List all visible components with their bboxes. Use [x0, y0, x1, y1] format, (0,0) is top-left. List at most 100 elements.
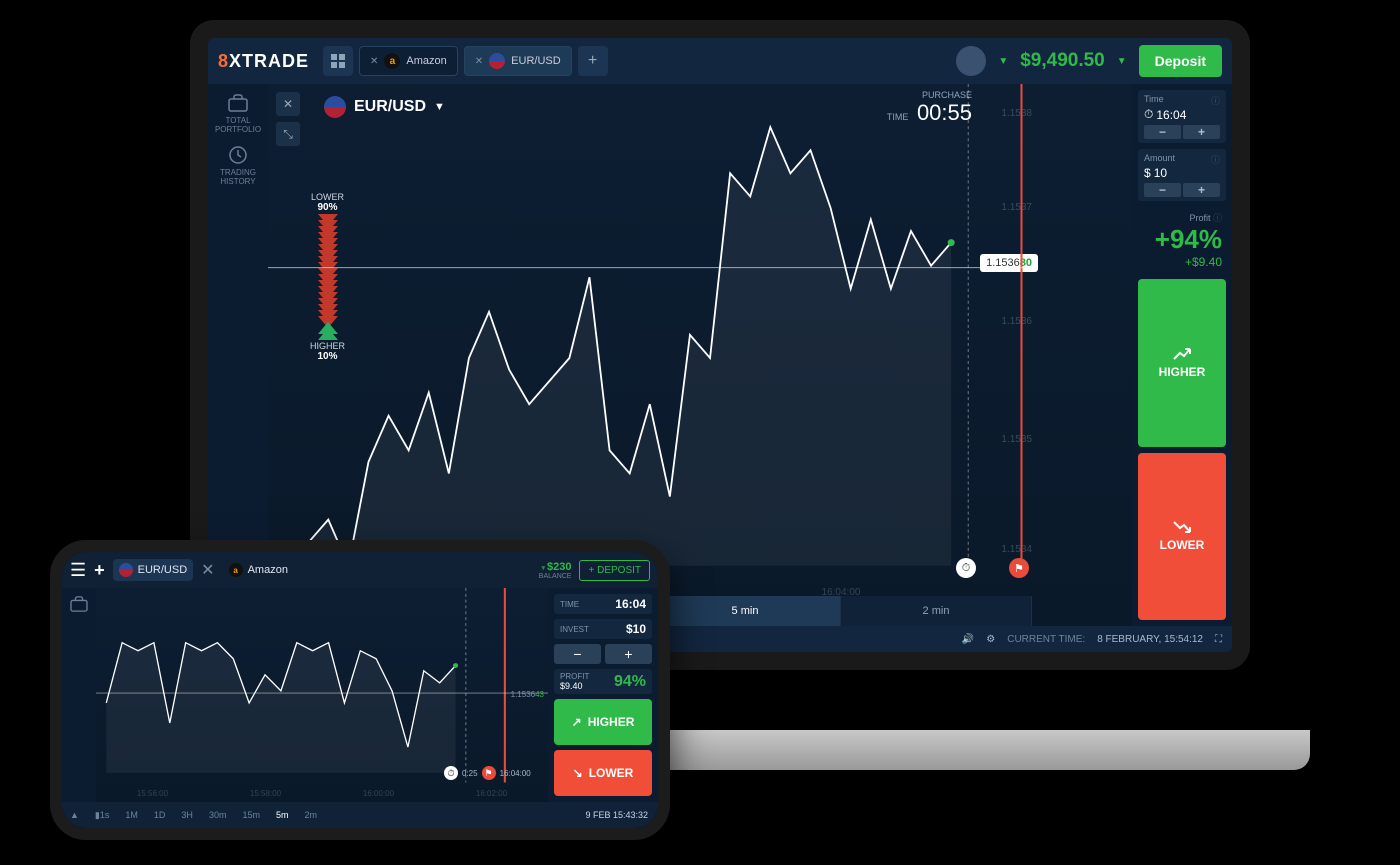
balance-label: BALANCE — [539, 573, 572, 580]
x-tick: 16:00:00 — [363, 789, 394, 798]
time-value[interactable]: 16:04 — [1156, 108, 1186, 122]
rail-total-portfolio[interactable]: TOTAL PORTFOLIO — [215, 92, 261, 134]
phone-price-marker: 1.153643 — [511, 690, 544, 699]
briefcase-icon[interactable] — [70, 596, 88, 802]
trend-down-icon — [1172, 520, 1192, 534]
higher-label: HIGHER — [1159, 365, 1206, 379]
add-tab-button[interactable]: + — [578, 46, 608, 76]
tf-1m[interactable]: 1M — [117, 810, 146, 820]
price-base: 1.1536 — [511, 690, 535, 699]
profit-label: Profit — [1189, 213, 1210, 223]
desktop-topbar: 8XTRADE ✕ a Amazon ✕ EUR/USD + ▼ $9,490.… — [208, 38, 1232, 84]
invest-plus[interactable]: + — [605, 644, 652, 664]
lower-button[interactable]: LOWER — [1138, 453, 1226, 621]
info-icon[interactable]: ⓘ — [1211, 153, 1220, 166]
profit-amount: +$9.40 — [1142, 255, 1222, 269]
chart-type-icon[interactable]: ▲ — [62, 810, 87, 820]
profit-amount: $9.40 — [560, 681, 589, 691]
chevron-down-icon[interactable]: ▼ — [1117, 56, 1127, 67]
phone-x-axis: 15:56:00 15:58:00 16:00:00 16:02:00 — [96, 789, 548, 798]
expiry-flag-icon: ⚑ — [482, 766, 496, 780]
briefcase-icon — [227, 92, 249, 114]
brand-8: 8 — [218, 51, 229, 71]
tf-30m[interactable]: 30m — [201, 810, 235, 820]
close-icon[interactable]: ✕ — [475, 56, 483, 67]
info-icon[interactable]: ⓘ — [1211, 94, 1220, 107]
lower-label: LOWER — [1160, 538, 1205, 552]
profit-percent: +94% — [1142, 224, 1222, 255]
info-icon[interactable]: ⓘ — [1213, 213, 1222, 223]
expiry-time: 16:04:00 — [500, 769, 531, 778]
time-plus[interactable]: + — [1183, 125, 1220, 139]
user-avatar[interactable] — [956, 46, 986, 76]
chevron-down-icon[interactable]: ▼ — [998, 56, 1008, 67]
phone-trade-panel: TIME 16:04 INVEST $10 − + PROFIT $9.40 9 — [548, 588, 658, 802]
tab-eurusd[interactable]: ✕ EUR/USD — [464, 46, 572, 76]
trend-up-icon — [1172, 347, 1192, 361]
expiry-flag-icon: ⚑ — [1009, 558, 1029, 578]
phone-higher-button[interactable]: ↗ HIGHER — [554, 699, 652, 745]
amount-minus[interactable]: − — [1144, 183, 1181, 197]
phone-chart-area[interactable]: 1.153643 ⏱ 0:25 ⚑ 16:04:00 15:56:00 15:5… — [96, 588, 548, 802]
sound-icon[interactable]: 🔊 — [962, 634, 974, 645]
amazon-icon: a — [229, 563, 243, 577]
purchase-deadline-icon: ⏱ — [956, 558, 976, 578]
deposit-button[interactable]: Deposit — [1139, 45, 1222, 77]
tf-1d[interactable]: 1D — [146, 810, 174, 820]
tf-2m[interactable]: 2m — [296, 810, 325, 820]
tf-2min[interactable]: 2 min — [841, 596, 1032, 626]
phone-tab-eurusd[interactable]: EUR/USD — [113, 559, 194, 581]
current-time-label: CURRENT TIME: — [1007, 634, 1085, 645]
x-tick: 16:02:00 — [476, 789, 507, 798]
invest-minus[interactable]: − — [554, 644, 601, 664]
x-tick: 15:56:00 — [137, 789, 168, 798]
rail-label: TRADING HISTORY — [220, 168, 256, 186]
close-icon[interactable]: ✕ — [201, 560, 214, 580]
amount-value[interactable]: 10 — [1154, 166, 1167, 180]
apps-grid-button[interactable] — [323, 46, 353, 76]
tab-label: Amazon — [248, 564, 288, 576]
rail-trading-history[interactable]: TRADING HISTORY — [220, 144, 256, 186]
time-box: Time ⓘ ⏱16:04 −+ — [1138, 90, 1226, 143]
higher-button[interactable]: HIGHER — [1138, 279, 1226, 447]
phone-lower-button[interactable]: ↘ LOWER — [554, 750, 652, 796]
phone-footer: ▲ ▮1s 1M 1D 3H 30m 15m 5m 2m 9 FEB 15:43… — [62, 802, 658, 828]
add-button[interactable]: + — [94, 560, 105, 581]
time-label: TIME — [560, 600, 579, 609]
brand-x: X — [229, 51, 242, 71]
time-label: Time — [1144, 94, 1164, 107]
profit-percent: 94% — [614, 673, 646, 691]
menu-icon[interactable]: ☰ — [70, 560, 86, 581]
clock-icon: ⏱ — [1144, 107, 1153, 122]
x-tick: 15:58:00 — [250, 789, 281, 798]
phone-invest-box[interactable]: INVEST $10 — [554, 619, 652, 639]
price-fraction: 43 — [535, 690, 544, 699]
time-minus[interactable]: − — [1144, 125, 1181, 139]
profit-label: PROFIT — [560, 672, 589, 681]
candle-icon[interactable]: ▮1s — [87, 810, 117, 821]
tab-amazon[interactable]: ✕ a Amazon — [359, 46, 458, 76]
lower-label: LOWER — [589, 766, 634, 780]
profit-box: Profit ⓘ +94% +$9.40 — [1138, 207, 1226, 273]
fullscreen-icon[interactable]: ⛶ — [1215, 634, 1222, 645]
settings-icon[interactable]: ⚙ — [986, 634, 995, 645]
amount-plus[interactable]: + — [1183, 183, 1220, 197]
tf-5m[interactable]: 5m — [268, 810, 297, 820]
tf-5min[interactable]: 5 min — [650, 596, 841, 626]
tf-15m[interactable]: 15m — [234, 810, 268, 820]
rail-label: TOTAL PORTFOLIO — [215, 116, 261, 134]
phone-time-box[interactable]: TIME 16:04 — [554, 594, 652, 614]
higher-label: HIGHER — [588, 715, 635, 729]
arrow-down-icon: ↘ — [573, 766, 583, 780]
account-balance: $9,490.50 — [1020, 50, 1105, 72]
eurusd-flag-icon — [119, 563, 133, 577]
tf-3h[interactable]: 3H — [173, 810, 201, 820]
phone-balance[interactable]: ▾ $230 BALANCE — [539, 561, 572, 580]
invest-value: $10 — [626, 622, 646, 636]
phone-rail — [62, 588, 96, 802]
phone-deposit-button[interactable]: + DEPOSIT — [579, 560, 650, 581]
phone-datetime: 9 FEB 15:43:32 — [585, 810, 658, 820]
close-icon[interactable]: ✕ — [370, 56, 378, 67]
phone-tab-amazon[interactable]: a Amazon — [223, 559, 294, 581]
arrow-up-icon: ↗ — [572, 715, 582, 729]
